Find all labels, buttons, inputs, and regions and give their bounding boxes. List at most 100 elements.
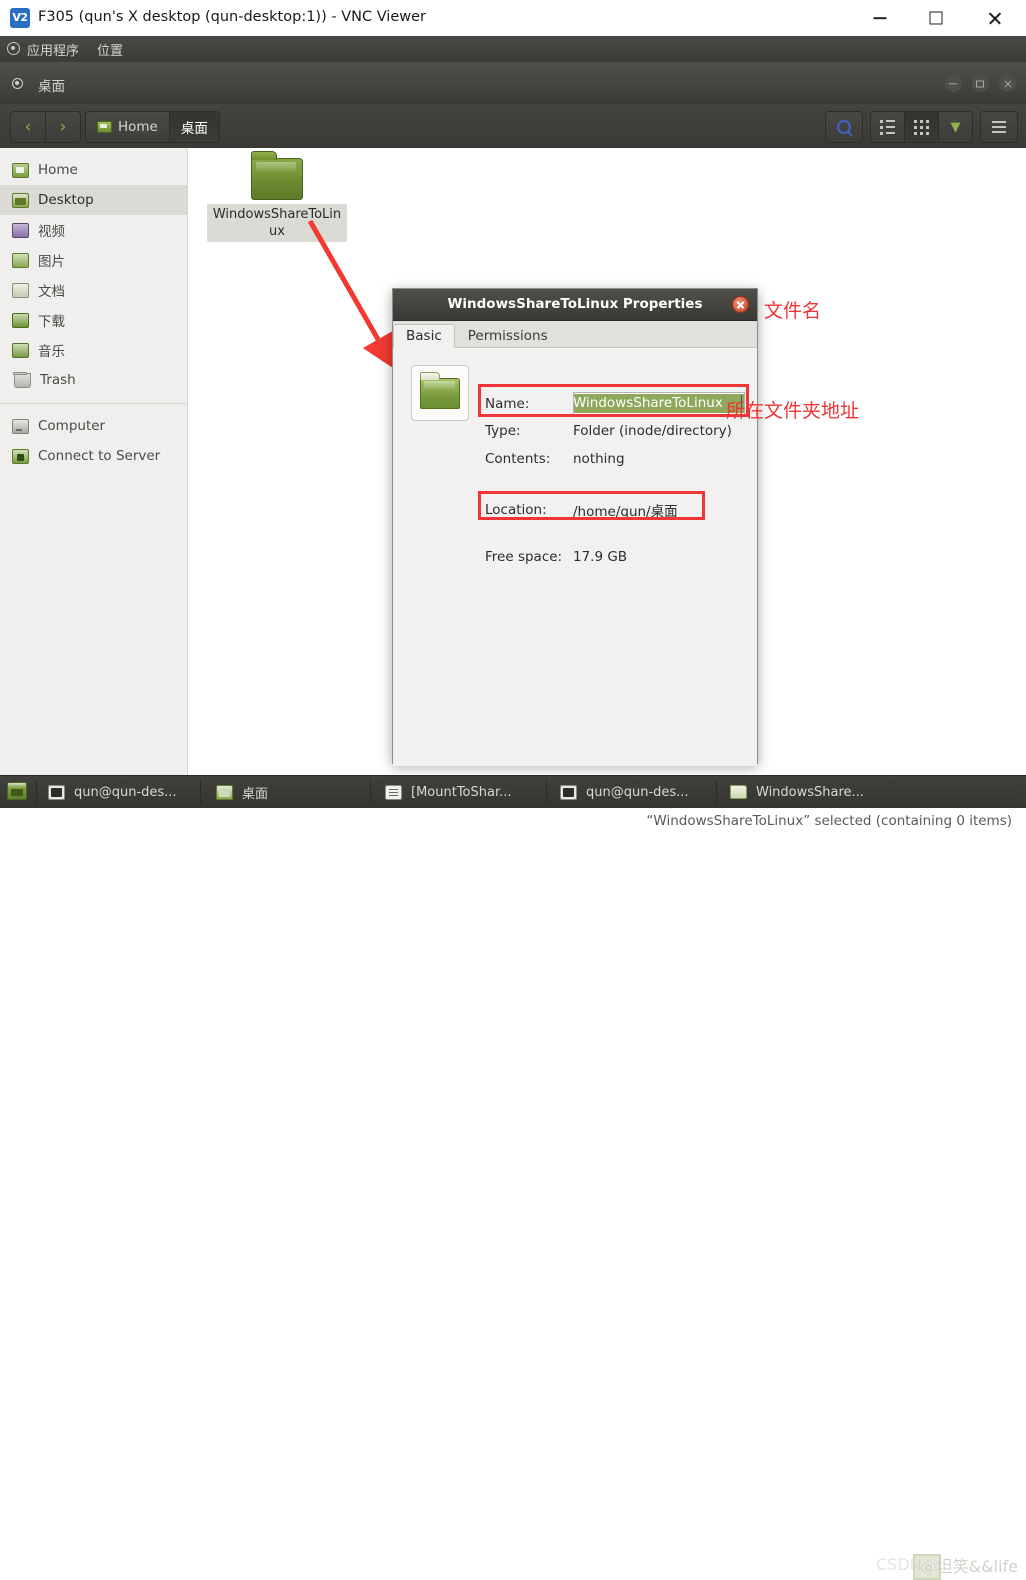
annotation-name-note: 文件名 <box>764 296 821 323</box>
taskbar-item-label: 桌面 <box>242 783 268 802</box>
sidebar-item-label: 图片 <box>38 250 65 270</box>
tab-basic[interactable]: Basic <box>393 324 455 348</box>
sidebar-item-videos[interactable]: 视频 <box>0 215 187 245</box>
file-item-label: WindowsShareToLinux <box>207 204 347 242</box>
annotation-location-note: 所在文件夹地址 <box>726 396 859 423</box>
sidebar-item-label: 视频 <box>38 220 65 240</box>
contents-row: Contents: nothing <box>485 451 625 467</box>
list-view-button[interactable] <box>871 112 904 142</box>
breadcrumb-label: Home <box>118 119 158 135</box>
taskbar-item-terminal-2[interactable]: qun@qun-des... <box>560 781 689 803</box>
vnc-viewer-titlebar: V2 F305 (qun's X desktop (qun-desktop:1)… <box>0 0 1026 37</box>
folder-window-icon <box>730 785 747 799</box>
dialog-close-button[interactable] <box>732 296 749 313</box>
desktop-file-item[interactable]: WindowsShareToLinux <box>207 148 347 242</box>
sidebar-item-documents[interactable]: 文档 <box>0 275 187 305</box>
vnc-maximize-button[interactable] <box>913 0 959 36</box>
icon-view-button[interactable] <box>904 112 938 142</box>
sidebar-item-label: Desktop <box>38 192 94 208</box>
terminal-icon <box>560 785 577 800</box>
file-manager-icon <box>216 785 233 800</box>
home-folder-icon <box>97 121 112 133</box>
dialog-title: WindowsShareToLinux Properties <box>393 296 757 312</box>
taskbar-item-label: qun@qun-des... <box>586 785 689 800</box>
folder-preview <box>411 365 469 421</box>
sidebar-item-label: 下载 <box>38 310 65 330</box>
forward-button[interactable]: › <box>45 112 80 142</box>
tab-permissions[interactable]: Permissions <box>455 324 561 348</box>
gnome-menu-icon[interactable] <box>7 42 20 55</box>
file-manager-window-buttons <box>940 75 1016 94</box>
desktop-icon <box>12 193 29 208</box>
file-manager-window: 桌面 ‹ › Home 桌面 <box>0 62 1026 775</box>
list-view-icon <box>880 120 895 135</box>
file-manager-body: Home Desktop 视频 图片 文档 <box>0 148 1026 775</box>
vnc-minimize-button[interactable] <box>857 0 903 36</box>
type-row: Type: Folder (inode/directory) <box>485 423 732 439</box>
computer-disk-icon <box>12 419 29 434</box>
panel-places-menu[interactable]: 位置 <box>97 40 123 59</box>
breadcrumb-item-home[interactable]: Home <box>86 112 169 142</box>
connect-server-icon <box>12 449 29 464</box>
sidebar: Home Desktop 视频 图片 文档 <box>0 148 188 775</box>
terminal-icon <box>48 785 65 800</box>
taskbar-item-label: WindowsShare... <box>756 785 864 800</box>
sidebar-item-label: Computer <box>38 418 105 434</box>
vnc-close-button[interactable] <box>972 0 1018 36</box>
fm-minimize-button[interactable] <box>945 75 962 92</box>
name-highlight-box <box>478 384 749 417</box>
taskbar-item-mounttoshare[interactable]: [MountToShar... <box>385 781 512 803</box>
folder-home-icon <box>12 163 29 178</box>
type-label: Type: <box>485 423 573 439</box>
sidebar-item-music[interactable]: 音乐 <box>0 335 187 365</box>
status-text: “WindowsShareToLinux” selected (containi… <box>646 813 1012 829</box>
taskbar-item-label: qun@qun-des... <box>74 785 177 800</box>
grid-view-icon <box>914 120 929 135</box>
taskbar: qun@qun-des... 桌面 [MountToShar... qun@qu… <box>0 775 1026 808</box>
free-space-label: Free space: <box>485 549 573 565</box>
sidebar-item-label: Home <box>38 162 78 178</box>
sidebar-item-pictures[interactable]: 图片 <box>0 245 187 275</box>
main-menu-button[interactable] <box>980 111 1018 143</box>
fm-close-button[interactable] <box>999 75 1016 92</box>
dialog-tabs: Basic Permissions <box>393 321 757 348</box>
screen: V2 F305 (qun's X desktop (qun-desktop:1)… <box>0 0 1026 807</box>
vnc-window-title: F305 (qun's X desktop (qun-desktop:1)) -… <box>38 9 426 25</box>
sidebar-item-connect-to-server[interactable]: Connect to Server <box>0 441 187 471</box>
file-view-area[interactable]: WindowsShareToLinux WindowsShareToLinux … <box>189 148 1026 775</box>
panel-applications-menu[interactable]: 应用程序 <box>27 40 79 59</box>
taskbar-item-windowsshare[interactable]: WindowsShare... <box>730 781 864 803</box>
music-folder-icon <box>12 343 29 358</box>
breadcrumb-item-desktop[interactable]: 桌面 <box>169 112 219 142</box>
folder-icon <box>251 158 303 200</box>
hamburger-menu-icon <box>992 121 1006 133</box>
sidebar-item-downloads[interactable]: 下载 <box>0 305 187 335</box>
file-manager-title: 桌面 <box>38 75 65 95</box>
videos-folder-icon <box>12 223 29 238</box>
view-options-button[interactable]: ▼ <box>938 112 972 142</box>
taskbar-item-terminal-1[interactable]: qun@qun-des... <box>48 781 177 803</box>
dialog-content: Name: WindowsShareToLinux Type: Folder (… <box>393 348 757 766</box>
sidebar-item-computer[interactable]: Computer <box>0 411 187 441</box>
contents-value: nothing <box>573 451 625 467</box>
pictures-folder-icon <box>12 253 29 268</box>
taskbar-item-label: [MountToShar... <box>411 785 512 800</box>
file-manager-toolbar: ‹ › Home 桌面 <box>0 104 1026 149</box>
taskbar-item-desktop[interactable]: 桌面 <box>216 781 268 803</box>
gnome-top-panel: 应用程序 位置 <box>0 36 1026 63</box>
toolbar-right-group: ▼ <box>825 111 1018 143</box>
sidebar-item-label: 文档 <box>38 280 65 300</box>
show-desktop-button[interactable] <box>7 782 27 800</box>
breadcrumb: Home 桌面 <box>85 111 220 143</box>
fm-maximize-button[interactable] <box>972 75 989 92</box>
search-button[interactable] <box>825 111 863 143</box>
contents-label: Contents: <box>485 451 573 467</box>
back-button[interactable]: ‹ <box>11 112 45 142</box>
sidebar-item-home[interactable]: Home <box>0 155 187 185</box>
properties-dialog: WindowsShareToLinux Properties Basic Per… <box>392 288 758 764</box>
sidebar-divider <box>0 403 187 404</box>
chevron-down-icon: ▼ <box>951 120 961 135</box>
sidebar-item-desktop[interactable]: Desktop <box>0 185 187 215</box>
breadcrumb-label: 桌面 <box>181 117 208 137</box>
sidebar-item-trash[interactable]: Trash <box>0 365 187 395</box>
